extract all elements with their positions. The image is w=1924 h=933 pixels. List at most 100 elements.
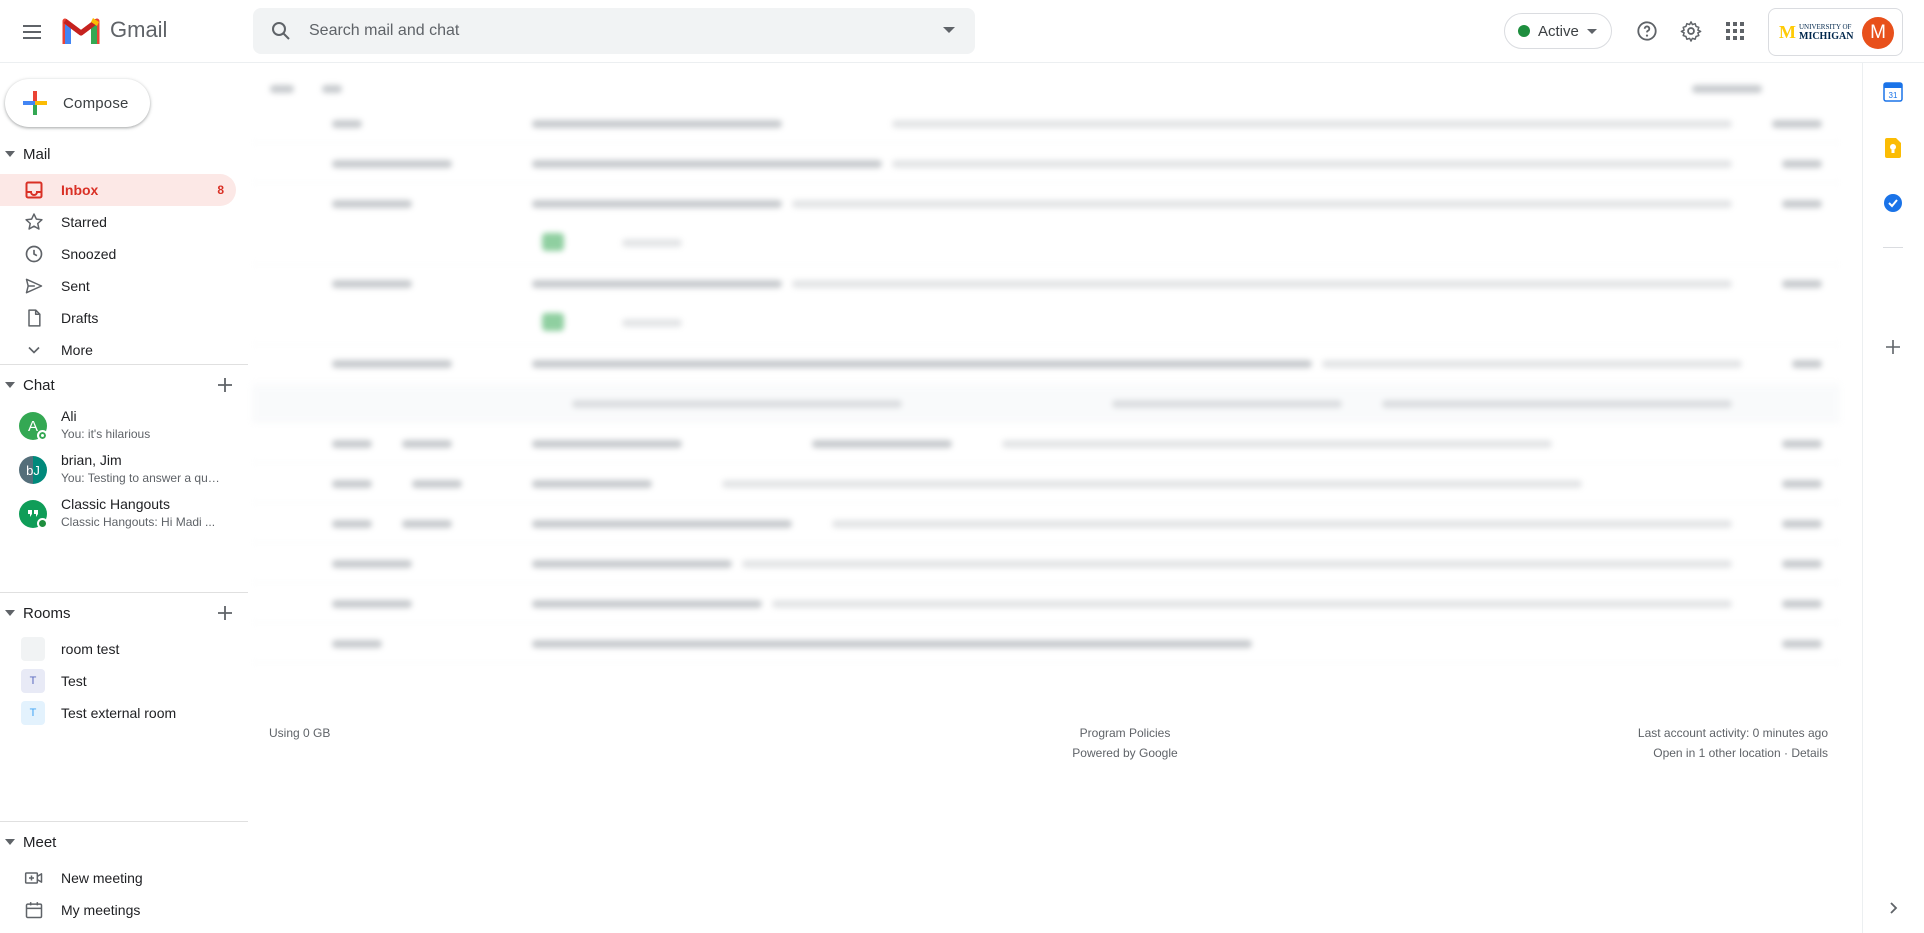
compose-label: Compose	[63, 94, 129, 112]
sidebar-item-label: Drafts	[61, 310, 99, 326]
account-avatar[interactable]: M	[1862, 17, 1894, 49]
sidebar-item-more[interactable]: More	[0, 334, 236, 366]
settings-gear-icon[interactable]	[1677, 17, 1705, 45]
sidebar-item-label: Snoozed	[61, 246, 117, 262]
gmail-m-icon	[62, 18, 100, 44]
chat-snippet: You: it's hilarious	[61, 427, 151, 441]
chat-name: Classic Hangouts	[61, 496, 170, 512]
program-policies-link[interactable]: Program Policies	[950, 723, 1300, 743]
chat-name: Ali	[61, 408, 77, 424]
compose-button[interactable]: Compose	[5, 79, 150, 127]
footer-center: Program Policies Powered by Google	[950, 723, 1300, 763]
room-avatar	[21, 637, 45, 661]
meet-item-my-meetings[interactable]: My meetings	[0, 894, 236, 926]
organization-logo: M UNIVERSITY OF MICHIGAN	[1779, 21, 1854, 42]
video-add-icon	[24, 868, 44, 888]
room-item-test-external-room[interactable]: T Test external room	[0, 697, 248, 729]
start-chat-plus-icon[interactable]	[215, 375, 235, 395]
meet-section-toggle[interactable]: Meet	[0, 826, 248, 858]
other-locations-details-link[interactable]: Open in 1 other location · Details	[1638, 743, 1828, 763]
clock-icon	[24, 244, 44, 264]
calendar-app-icon[interactable]: 31	[1882, 81, 1904, 103]
room-label: Test external room	[61, 705, 177, 721]
search-bar[interactable]	[253, 8, 975, 54]
collapse-triangle-icon	[5, 382, 15, 388]
meet-item-new-meeting[interactable]: New meeting	[0, 862, 236, 894]
collapse-triangle-icon	[5, 610, 15, 616]
chat-snippet: You: Testing to answer a question	[61, 471, 226, 485]
svg-text:31: 31	[1889, 91, 1898, 100]
mail-section-label: Mail	[23, 145, 51, 163]
room-item-test[interactable]: T Test	[0, 665, 248, 697]
status-dropdown[interactable]: Active	[1504, 13, 1612, 49]
section-divider	[0, 592, 248, 593]
unread-count: 8	[217, 183, 224, 197]
star-icon	[24, 212, 44, 232]
send-icon	[24, 276, 44, 296]
avatar: bJ	[19, 456, 47, 484]
rooms-section-label: Rooms	[23, 604, 71, 622]
account-switcher[interactable]: M UNIVERSITY OF MICHIGAN M	[1768, 8, 1903, 56]
blurred-message-list	[252, 73, 1840, 683]
room-avatar: T	[21, 669, 45, 693]
chat-snippet: Classic Hangouts: Hi Madi ...	[61, 515, 216, 529]
room-avatar: T	[21, 701, 45, 725]
section-divider	[0, 821, 248, 822]
gmail-logo[interactable]: Gmail	[62, 15, 167, 45]
meet-item-label: My meetings	[61, 902, 141, 918]
keep-app-icon[interactable]	[1882, 137, 1904, 159]
sidebar-item-inbox[interactable]: Inbox 8	[0, 174, 236, 206]
presence-dot-icon	[37, 518, 48, 529]
sidebar-item-snoozed[interactable]: Snoozed	[0, 238, 236, 270]
left-sidebar: Compose Mail Inbox 8 Starred Snoozed Sen…	[0, 63, 250, 933]
room-label: Test	[61, 673, 87, 689]
search-icon[interactable]	[269, 19, 293, 43]
draft-icon	[24, 308, 44, 328]
side-panel: 31	[1862, 63, 1924, 933]
main-menu-button[interactable]	[16, 16, 48, 48]
calendar-icon	[24, 900, 44, 920]
sidebar-item-starred[interactable]: Starred	[0, 206, 236, 238]
chevron-down-icon	[24, 340, 44, 360]
side-panel-divider	[1883, 247, 1903, 248]
search-input[interactable]	[309, 22, 909, 40]
chat-name: brian, Jim	[61, 452, 122, 468]
meet-section-label: Meet	[23, 833, 57, 851]
section-divider	[0, 364, 248, 365]
meet-item-label: New meeting	[61, 870, 143, 886]
sidebar-item-label: Sent	[61, 278, 90, 294]
rooms-section-toggle[interactable]: Rooms	[0, 597, 248, 629]
chat-item-classic-hangouts[interactable]: Classic Hangouts Classic Hangouts: Hi Ma…	[0, 492, 248, 536]
apps-grid-icon[interactable]	[1721, 17, 1749, 45]
chat-section-label: Chat	[23, 376, 55, 394]
create-room-plus-icon[interactable]	[215, 603, 235, 623]
room-label: room test	[61, 641, 120, 657]
tasks-app-icon[interactable]	[1882, 192, 1904, 214]
main-content: Using 0 GB Program Policies Powered by G…	[250, 63, 1862, 933]
status-label: Active	[1538, 22, 1579, 40]
account-activity: Last account activity: 0 minutes ago Ope…	[1638, 723, 1828, 763]
sidebar-item-label: Starred	[61, 214, 107, 230]
presence-dot-icon	[37, 430, 48, 441]
avatar-initials: bJ	[26, 462, 40, 478]
collapse-triangle-icon	[5, 151, 15, 157]
compose-plus-icon	[23, 91, 47, 115]
chevron-right-icon[interactable]	[1882, 897, 1904, 919]
room-item-room-test[interactable]: room test	[0, 633, 248, 665]
app-name: Gmail	[110, 17, 168, 42]
inbox-icon	[24, 180, 44, 200]
sidebar-item-label: Inbox	[61, 182, 99, 198]
org-line-2: MICHIGAN	[1799, 31, 1854, 42]
chat-item-ali[interactable]: A Ali You: it's hilarious	[0, 404, 248, 448]
mail-section-toggle[interactable]: Mail	[0, 138, 248, 170]
add-addon-plus-icon[interactable]	[1882, 336, 1904, 358]
sidebar-item-drafts[interactable]: Drafts	[0, 302, 236, 334]
help-icon[interactable]	[1633, 17, 1661, 45]
status-dot-icon	[1518, 25, 1530, 37]
storage-text: Using 0 GB	[269, 726, 331, 740]
chat-item-brian-jim[interactable]: bJ brian, Jim You: Testing to answer a q…	[0, 448, 248, 492]
sidebar-item-sent[interactable]: Sent	[0, 270, 236, 302]
collapse-triangle-icon	[5, 839, 15, 845]
chat-section-toggle[interactable]: Chat	[0, 369, 248, 401]
search-options-icon[interactable]	[943, 27, 955, 33]
